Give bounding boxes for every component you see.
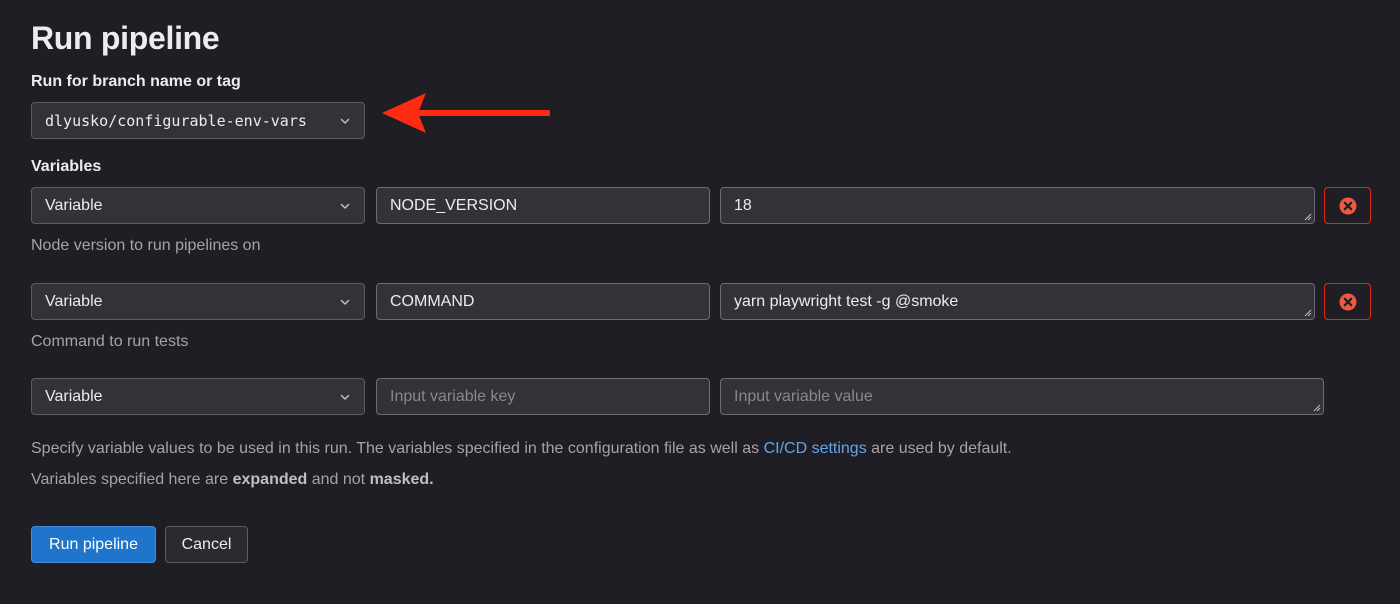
remove-circle-icon [1339, 197, 1356, 214]
variable-value-text: 18 [734, 196, 752, 214]
info-text: Specify variable values to be used in th… [31, 440, 764, 457]
variable-type-select[interactable]: Variable [31, 378, 365, 415]
expanded-emphasis: expanded [232, 471, 308, 488]
variables-info-text: Specify variable values to be used in th… [31, 440, 1012, 458]
masked-emphasis: masked. [369, 471, 434, 488]
info-text: are used by default. [866, 440, 1012, 457]
variable-description: Node version to run pipelines on [31, 237, 261, 254]
info-text: Variables specified here are [31, 471, 233, 488]
remove-circle-icon [1339, 293, 1356, 310]
cicd-settings-link[interactable]: CI/CD settings [764, 440, 867, 457]
variable-value-input[interactable]: 18 [720, 187, 1315, 224]
variable-value-placeholder: Input variable value [734, 387, 873, 405]
run-pipeline-page: Run pipeline Run for branch name or tag … [0, 0, 1400, 604]
variable-value-input[interactable]: Input variable value [720, 378, 1324, 415]
info-text: and not [307, 471, 370, 488]
variable-type-value: Variable [45, 387, 103, 405]
remove-variable-button[interactable] [1324, 187, 1371, 224]
variable-value-text: yarn playwright test -g @smoke [734, 292, 959, 310]
chevron-down-icon [339, 391, 351, 403]
resize-handle-icon[interactable] [1304, 309, 1312, 317]
resize-handle-icon[interactable] [1313, 404, 1321, 412]
branch-select-value: dlyusko/configurable-env-vars [45, 111, 307, 130]
variable-description: Command to run tests [31, 333, 189, 350]
variable-value-input[interactable]: yarn playwright test -g @smoke [720, 283, 1315, 320]
variable-type-value: Variable [45, 196, 103, 214]
chevron-down-icon [339, 296, 351, 308]
variable-key-input[interactable]: Input variable key [376, 378, 710, 415]
variable-type-select[interactable]: Variable [31, 283, 365, 320]
variables-masking-note: Variables specified here are expanded an… [31, 471, 434, 489]
chevron-down-icon [339, 115, 351, 127]
arrow-left-icon [382, 93, 550, 133]
remove-variable-button[interactable] [1324, 283, 1371, 320]
variable-key-input[interactable]: COMMAND [376, 283, 710, 320]
cancel-button[interactable]: Cancel [165, 526, 248, 563]
chevron-down-icon [339, 200, 351, 212]
resize-handle-icon[interactable] [1304, 213, 1312, 221]
variables-label: Variables [31, 158, 102, 175]
run-pipeline-button[interactable]: Run pipeline [31, 526, 156, 563]
branch-label: Run for branch name or tag [31, 73, 241, 90]
variable-type-select[interactable]: Variable [31, 187, 365, 224]
page-title: Run pipeline [31, 20, 220, 56]
branch-select[interactable]: dlyusko/configurable-env-vars [31, 102, 365, 139]
variable-type-value: Variable [45, 292, 103, 310]
variable-key-input[interactable]: NODE_VERSION [376, 187, 710, 224]
